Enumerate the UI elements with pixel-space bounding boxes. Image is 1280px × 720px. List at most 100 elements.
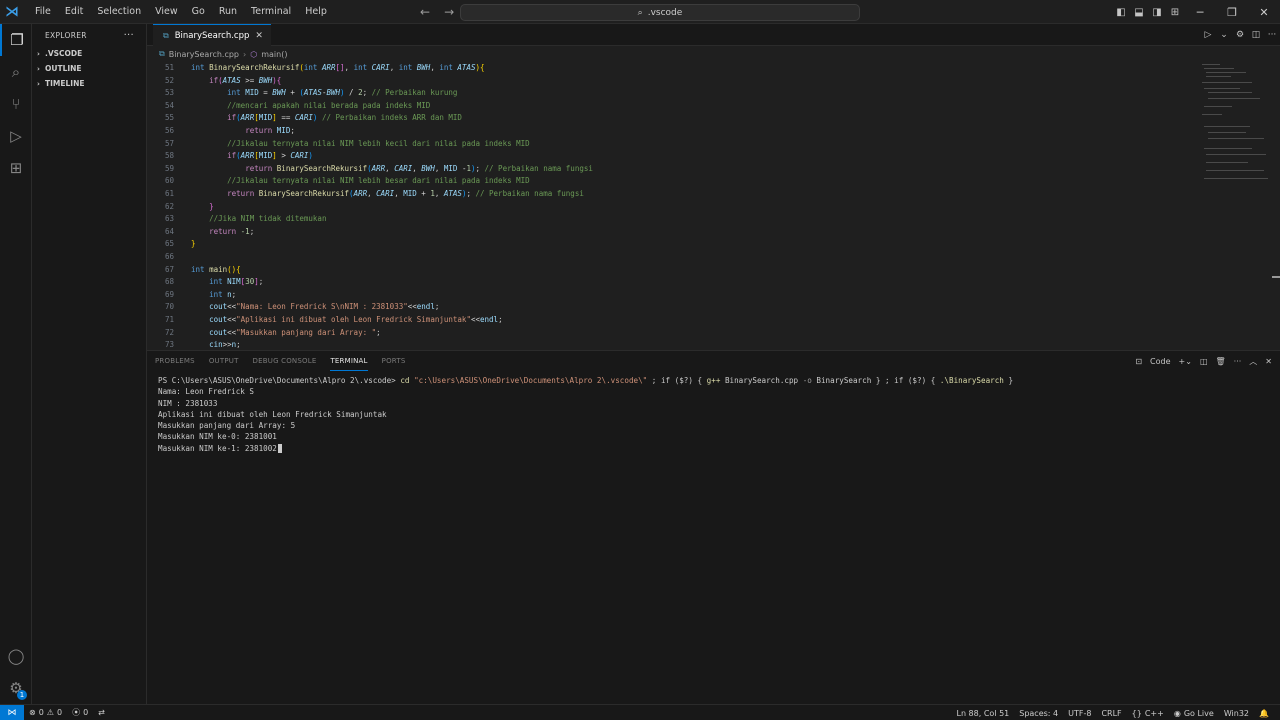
run-icon[interactable]: ▷ (1200, 30, 1216, 40)
chevron-right-icon: › (37, 79, 40, 88)
menu-run[interactable]: Run (212, 0, 244, 24)
chevron-down-icon[interactable]: ⌄ (1216, 30, 1232, 40)
scrollbar-thumb[interactable] (1272, 276, 1280, 278)
close-panel-icon[interactable]: ✕ (1265, 357, 1272, 366)
warning-icon: ⚠ (46, 708, 54, 717)
code-line: 58 if(ARR[MID] > CARI) (147, 150, 1187, 163)
code-line: 54 //mencari apakah nilai berada pada in… (147, 100, 1187, 113)
terminal-path: "c:\Users\ASUS\OneDrive\Documents\Alpro … (414, 376, 648, 385)
split-editor-icon[interactable]: ◫ (1248, 30, 1264, 40)
breadcrumb-file[interactable]: BinarySearch.cpp (169, 50, 239, 59)
platform[interactable]: Win32 (1219, 709, 1254, 718)
problems-indicator[interactable]: ⊗ 0 ⚠ 0 (24, 708, 67, 717)
language-mode[interactable]: {} C++ (1127, 709, 1169, 718)
encoding[interactable]: UTF-8 (1063, 709, 1096, 718)
terminal-command-line: PS C:\Users\ASUS\OneDrive\Documents\Alpr… (158, 375, 1268, 386)
minimize-icon[interactable]: ─ (1184, 0, 1216, 24)
navigation-arrows: ← → (420, 0, 454, 24)
sidebar-header: EXPLORER ··· (32, 24, 146, 46)
code-line: 65} (147, 238, 1187, 251)
toggle-panel-icon[interactable]: ⬓ (1130, 0, 1148, 24)
cursor-position[interactable]: Ln 88, Col 51 (951, 709, 1014, 718)
terminal-input-line[interactable]: Masukkan NIM ke-1: 2381002 (158, 443, 1268, 454)
line-number: 52 (164, 75, 174, 85)
section-timeline[interactable]: › TIMELINE (32, 76, 146, 91)
activity-bar-bottom: ◯ ⚙ 1 (0, 640, 32, 704)
ports-indicator[interactable]: ⦿ 0 (67, 707, 93, 718)
sidebar-title: EXPLORER (45, 30, 87, 40)
chevron-right-icon: › (243, 49, 247, 59)
tab-binarysearch[interactable]: ⧉ BinarySearch.cpp ✕ (153, 24, 271, 46)
trash-icon[interactable]: 🗑 (1216, 357, 1226, 366)
panel-tabs: PROBLEMS OUTPUT DEBUG CONSOLE TERMINAL P… (155, 351, 405, 371)
search-icon: ⌕ (637, 7, 643, 18)
line-number: 56 (164, 126, 174, 135)
more-actions-icon[interactable]: ··· (124, 30, 134, 41)
customize-layout-icon[interactable]: ⊞ (1166, 0, 1184, 24)
go-live-button[interactable]: ◉ Go Live (1169, 709, 1219, 718)
split-terminal-icon[interactable]: ◫ (1200, 357, 1208, 366)
terminal-icon: ⊡ (1135, 356, 1143, 366)
remote-indicator-icon[interactable]: ⋈ (0, 704, 24, 720)
more-actions-icon[interactable]: ··· (1234, 357, 1242, 366)
menu-file[interactable]: File (28, 0, 58, 24)
maximize-panel-icon[interactable]: ︿ (1249, 356, 1257, 367)
end-of-line[interactable]: CRLF (1096, 709, 1126, 718)
terminal-cmd-part: ; if ($?) { (647, 376, 707, 385)
menu-go[interactable]: Go (185, 0, 212, 24)
tab-ports[interactable]: PORTS (382, 351, 406, 371)
search-icon[interactable]: ⌕ (0, 56, 32, 88)
indentation[interactable]: Spaces: 4 (1014, 709, 1063, 718)
ports-count: 0 (83, 708, 89, 717)
line-number: 65 (164, 239, 174, 249)
terminal-line: Aplikasi ini dibuat oleh Leon Fredrick S… (158, 409, 387, 419)
live-share-icon[interactable]: ⇄ (93, 708, 110, 717)
menu-help[interactable]: Help (298, 0, 334, 24)
line-number: 62 (164, 201, 174, 211)
code-line: 69 int n; (147, 289, 1187, 302)
forward-arrow-icon[interactable]: → (444, 5, 454, 19)
command-center[interactable]: ⌕ .vscode (460, 4, 860, 21)
tab-label: BinarySearch.cpp (174, 30, 250, 41)
tab-debug-console[interactable]: DEBUG CONSOLE (253, 351, 317, 371)
terminal-cd: cd (400, 376, 410, 385)
code-line: 60 //Jikalau ternyata nilai NIM lebih be… (147, 175, 1187, 188)
section-vscode[interactable]: › .VSCODE (32, 46, 146, 61)
tab-output[interactable]: OUTPUT (209, 351, 239, 371)
tab-problems[interactable]: PROBLEMS (155, 351, 195, 371)
terminal-current-input: Masukkan NIM ke-1: 2381002 (158, 443, 277, 453)
toggle-secondary-sidebar-icon[interactable]: ◨ (1148, 0, 1166, 24)
run-debug-icon[interactable]: ▷ (0, 120, 32, 152)
back-arrow-icon[interactable]: ← (420, 5, 430, 19)
account-icon[interactable]: ◯ (0, 640, 32, 672)
shell-label[interactable]: Code (1150, 357, 1170, 366)
close-icon[interactable]: ✕ (255, 31, 263, 41)
more-actions-icon[interactable]: ··· (1264, 30, 1280, 40)
terminal-output[interactable]: PS C:\Users\ASUS\OneDrive\Documents\Alpr… (158, 375, 1268, 454)
source-control-icon[interactable]: ⑂ (0, 88, 32, 120)
cpp-file-icon: ⧉ (159, 49, 165, 58)
menu-terminal[interactable]: Terminal (244, 0, 298, 24)
section-outline[interactable]: › OUTLINE (32, 61, 146, 76)
gear-icon[interactable]: ⚙ (1232, 30, 1248, 40)
code-line: 56 return MID; (147, 125, 1187, 138)
menu-view[interactable]: View (148, 0, 185, 24)
toggle-sidebar-icon[interactable]: ◧ (1112, 0, 1130, 24)
broadcast-icon: ◉ (1173, 708, 1181, 718)
explorer-icon[interactable]: ❐ (0, 24, 32, 56)
close-window-icon[interactable]: ✕ (1248, 0, 1280, 24)
code-editor[interactable]: 51 int BinarySearchRekursif(int ARR[], in… (147, 62, 1280, 349)
manage-gear-icon[interactable]: ⚙ 1 (0, 672, 32, 704)
menu-edit[interactable]: Edit (58, 0, 90, 24)
extensions-icon[interactable]: ⊞ (0, 152, 32, 184)
breadcrumb-symbol[interactable]: main() (261, 50, 287, 59)
minimap[interactable] (1200, 62, 1270, 182)
menu-selection[interactable]: Selection (90, 0, 148, 24)
notifications-bell-icon[interactable]: 🔔 (1254, 709, 1274, 718)
line-number: 59 (164, 163, 174, 173)
line-number: 68 (164, 277, 174, 287)
new-terminal-icon[interactable]: +⌄ (1179, 357, 1192, 366)
tab-terminal[interactable]: TERMINAL (330, 351, 368, 371)
line-number: 67 (164, 264, 174, 274)
maximize-icon[interactable]: ❐ (1216, 0, 1248, 24)
